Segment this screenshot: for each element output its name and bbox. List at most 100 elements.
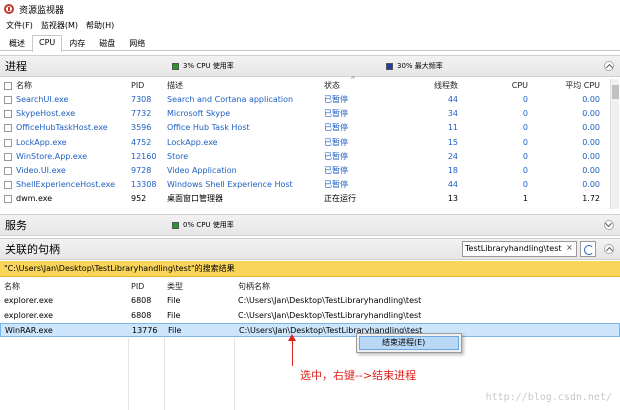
process-checkbox[interactable] xyxy=(4,124,12,133)
process-row[interactable]: SearchUI.exe 7308 Search and Cortana appli… xyxy=(0,93,620,107)
col-description[interactable]: 描述 xyxy=(167,79,317,93)
process-avg-cpu: 0.00 xyxy=(582,137,600,147)
col-threads[interactable]: 线程数 xyxy=(400,79,458,93)
col-divider-type xyxy=(164,338,165,410)
process-pid: 4752 xyxy=(131,137,152,147)
handles-section-header[interactable]: 关联的句柄 TestLibraryhandling\test × xyxy=(0,238,620,260)
process-checkbox[interactable] xyxy=(4,96,12,104)
process-pid: 7308 xyxy=(131,95,152,104)
handles-col-name[interactable]: 名称 xyxy=(4,280,124,294)
max-frequency-text: 30% 最大频率 xyxy=(397,62,443,70)
process-row[interactable]: ShellExperienceHost.exe 13308 Windows Shel… xyxy=(0,178,620,192)
col-divider-pid xyxy=(128,338,129,410)
services-cpu-usage-text: 0% CPU 使用率 xyxy=(183,221,234,229)
process-cpu: 0 xyxy=(522,137,528,147)
annotation-arrow-line xyxy=(292,340,293,366)
process-checkbox[interactable] xyxy=(4,167,12,175)
tab-disk[interactable]: 磁盘 xyxy=(92,35,122,51)
process-name: ShellExperienceHost.exe xyxy=(16,180,116,190)
process-cpu: 0 xyxy=(522,95,528,104)
col-pid[interactable]: PID xyxy=(131,79,163,93)
handles-col-handle-name[interactable]: 句柄名称 xyxy=(238,280,438,294)
services-cpu-usage-swatch xyxy=(172,221,179,229)
process-checkbox[interactable] xyxy=(4,195,12,204)
processes-scroll-thumb[interactable] xyxy=(612,85,619,99)
annotation-text: 选中，右键-->结束进程 xyxy=(300,369,417,382)
services-section-header[interactable]: 服务 0% CPU 使用率 xyxy=(0,214,620,236)
process-row[interactable]: LockApp.exe 4752 LockApp.exe 已暂停 15 0 0.00 xyxy=(0,136,620,150)
process-name: SkypeHost.exe xyxy=(16,109,76,119)
processes-section-header[interactable]: 进程 3% CPU 使用率 30% 最大频率 xyxy=(0,55,620,77)
end-process-menu-item[interactable]: 结束进程(E) xyxy=(359,336,459,350)
cpu-usage-legend: 3% CPU 使用率 xyxy=(172,61,234,71)
handles-col-type[interactable]: 类型 xyxy=(167,280,227,294)
process-row[interactable]: SkypeHost.exe 7732 Microsoft Skype 已暂停 34 0 0.… xyxy=(0,107,620,121)
menu-monitor[interactable]: 监视器(M) xyxy=(37,20,82,31)
process-checkbox[interactable] xyxy=(4,138,12,147)
process-description: Microsoft Skype xyxy=(167,109,231,119)
process-checkbox[interactable] xyxy=(4,152,12,161)
handle-type: File xyxy=(168,326,182,335)
process-avg-cpu: 0.00 xyxy=(582,95,600,104)
menu-help[interactable]: 帮助(H) xyxy=(82,20,118,31)
tab-memory[interactable]: 内存 xyxy=(62,35,92,51)
process-status: 正在运行 xyxy=(324,194,356,204)
processes-title: 进程 xyxy=(5,60,27,73)
process-cpu: 0 xyxy=(522,151,528,161)
col-name[interactable]: 名称 xyxy=(16,79,126,93)
tab-network[interactable]: 网络 xyxy=(122,35,152,51)
clear-search-icon[interactable]: × xyxy=(566,243,573,252)
handle-search-input[interactable]: TestLibraryhandling\test xyxy=(462,241,577,257)
tab-cpu[interactable]: CPU xyxy=(32,35,63,52)
handles-title: 关联的句柄 xyxy=(5,243,60,256)
max-frequency-swatch xyxy=(386,62,393,70)
handle-row[interactable]: explorer.exe 6808 File C:\Users\Jan\Desktop… xyxy=(0,309,620,323)
process-threads: 34 xyxy=(447,109,458,119)
handle-pid: 6808 xyxy=(131,310,152,320)
handle-name: C:\Users\Jan\Desktop\TestLibraryhandling… xyxy=(238,296,422,305)
handle-row[interactable]: WinRAR.exe 13776 File C:\Users\Jan\Desktop\… xyxy=(0,323,620,337)
handle-type: File xyxy=(167,296,181,305)
menu-file[interactable]: 文件(F) xyxy=(2,20,37,31)
process-cpu: 0 xyxy=(522,109,528,119)
handle-process-name: WinRAR.exe xyxy=(5,326,53,335)
process-row[interactable]: OfficeHubTaskHost.exe 3596 Office Hub Task… xyxy=(0,121,620,135)
process-pid: 7732 xyxy=(131,109,152,119)
handle-row[interactable]: explorer.exe 6808 File C:\Users\Jan\Desktop… xyxy=(0,294,620,308)
process-name: SearchUI.exe xyxy=(16,95,69,104)
process-row[interactable]: Video.UI.exe 9728 Video Application 已暂停 18 0 0… xyxy=(0,164,620,178)
processes-table: 名称 PID 描述 状态 线程数 CPU 平均 CPU ^ SearchUI.e… xyxy=(0,76,620,209)
process-checkbox[interactable] xyxy=(4,181,12,190)
process-row[interactable]: dwm.exe 952 桌面窗口管理器 正在运行 13 1 1.72 xyxy=(0,192,620,206)
process-name: Video.UI.exe xyxy=(16,166,66,175)
select-all-checkbox[interactable] xyxy=(4,82,12,90)
handles-collapse-chevron-icon[interactable] xyxy=(604,244,614,254)
process-avg-cpu: 0.00 xyxy=(582,166,600,175)
process-avg-cpu: 0.00 xyxy=(582,180,600,190)
process-threads: 44 xyxy=(447,95,458,104)
processes-scrollbar[interactable] xyxy=(610,79,619,209)
cpu-usage-swatch xyxy=(172,62,179,70)
process-threads: 13 xyxy=(447,194,458,204)
services-title: 服务 xyxy=(5,219,27,232)
handles-table: 名称 PID 类型 句柄名称 explorer.exe 6808 File C:\Us… xyxy=(0,280,620,338)
process-description: 桌面窗口管理器 xyxy=(167,194,223,204)
process-checkbox[interactable] xyxy=(4,110,12,119)
expand-chevron-icon[interactable] xyxy=(604,220,614,230)
resource-monitor-icon xyxy=(4,4,14,14)
col-cpu[interactable]: CPU xyxy=(470,79,528,93)
tab-overview[interactable]: 概述 xyxy=(2,35,32,51)
col-avg-cpu[interactable]: 平均 CPU xyxy=(535,79,600,93)
process-avg-cpu: 0.00 xyxy=(582,151,600,161)
handle-process-name: explorer.exe xyxy=(4,296,54,305)
process-description: Store xyxy=(167,151,189,161)
process-row[interactable]: WinStore.App.exe 12160 Store 已暂停 24 0 0.00 xyxy=(0,150,620,164)
tab-bar: 概述 CPU 内存 磁盘 网络 xyxy=(0,34,620,52)
refresh-search-button[interactable] xyxy=(580,241,596,257)
handles-header-row: 名称 PID 类型 句柄名称 xyxy=(0,280,620,294)
context-menu: 结束进程(E) xyxy=(356,333,462,353)
collapse-chevron-icon[interactable] xyxy=(604,61,614,71)
col-divider-handle xyxy=(234,338,235,410)
handles-col-pid[interactable]: PID xyxy=(131,280,163,294)
process-status: 已暂停 xyxy=(324,123,348,133)
